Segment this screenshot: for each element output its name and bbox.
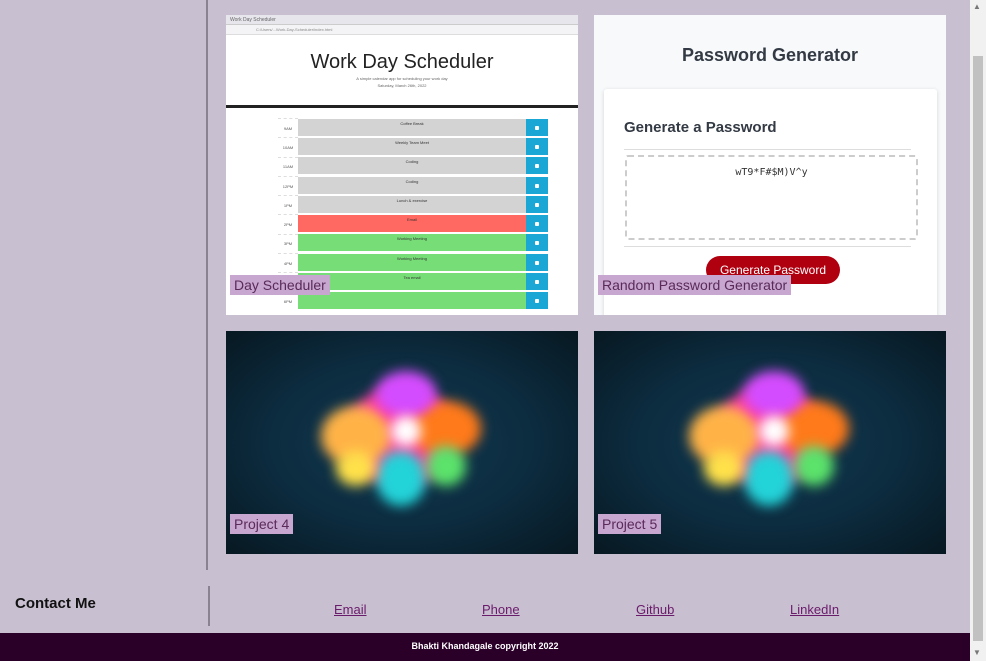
save-icon [526,137,548,156]
save-icon [526,234,548,253]
time-block-row: 2PM Email [278,214,548,234]
paint-burst [336,451,376,486]
browser-url-bar: C:/Users/...Work-Day-Scheduler/index.htm… [226,25,578,35]
save-icon [526,157,548,176]
contact-divider [208,586,210,626]
email-link[interactable]: Email [334,602,367,617]
contact-title: Contact Me [15,595,96,612]
browser-tab-bar: Work Day Scheduler [226,15,578,25]
event-text: Coding [298,157,526,176]
hour-label: 3PM [278,233,298,253]
project-label: Day Scheduler [230,275,330,295]
project-card-4[interactable]: Project 4 [226,331,578,554]
event-text: Working Meeting [298,253,526,272]
event-text [298,292,526,311]
left-sidebar [0,0,208,570]
project-card-5[interactable]: Project 5 [594,331,946,554]
scheduler-screenshot: Work Day Scheduler C:/Users/...Work-Day-… [226,15,578,315]
scheduler-subtitle: A simple calendar app for scheduling you… [356,76,448,81]
save-icon [526,273,548,292]
browser-tab-title: Work Day Scheduler [230,16,276,23]
event-text: Coffee Break [298,118,526,137]
scroll-down-icon[interactable]: ▼ [973,648,981,657]
project-label: Project 4 [230,514,294,534]
hour-label: 10AM [278,137,298,156]
github-link[interactable]: Github [636,602,674,617]
password-header: Password Generator [681,45,859,65]
password-output: wT9*F#$M)V^y [625,155,918,240]
paint-burst [744,371,804,416]
save-icon [526,292,548,311]
password-screenshot: Password Generator Generate a Password w… [594,15,946,315]
scroll-thumb[interactable] [973,56,983,641]
paint-burst [794,446,834,486]
hour-label: 11AM [278,156,298,176]
project-card-password-generator[interactable]: Password Generator Generate a Password w… [594,15,946,315]
paint-burst [704,451,744,486]
event-text: Lunch & exercise [298,195,526,214]
paint-burst [744,451,794,506]
hour-label: 2PM [278,214,298,233]
event-text: Working Meeting [298,234,526,253]
paint-burst [376,371,436,416]
copyright-text: Bhakti Khandagale copyright 2022 [411,641,559,651]
time-block-row: 3PM Working Meeting [278,233,548,253]
time-block-row: 4PM Working Meeting [278,253,548,272]
event-text: Weekly Team Meet [298,137,526,156]
event-text: Coding [298,176,526,195]
project-card-day-scheduler[interactable]: Work Day Scheduler C:/Users/...Work-Day-… [226,15,578,315]
hour-label: 9AM [278,118,298,137]
browser-url: C:/Users/...Work-Day-Scheduler/index.htm… [256,27,333,32]
time-block-row: 9AM Coffee Break [278,118,548,137]
save-icon [526,118,548,137]
paint-burst [759,416,789,446]
time-block-row: 10AM Weekly Team Meet [278,137,548,156]
scheduler-header: Work Day Scheduler A simple calendar app… [226,35,578,108]
project-label: Project 5 [598,514,662,534]
event-text: Email [298,215,526,234]
phone-link[interactable]: Phone [482,602,520,617]
contact-section: Contact Me Email Phone Github LinkedIn [0,585,970,627]
project-label: Random Password Generator [598,275,792,295]
time-block-row: 11AM Coding [278,156,548,176]
paint-burst [426,446,466,486]
save-icon [526,176,548,195]
vertical-scrollbar[interactable]: ▲ ▼ [970,0,986,661]
linkedin-link[interactable]: LinkedIn [790,602,839,617]
save-icon [526,253,548,272]
save-icon [526,215,548,234]
password-card-title: Generate a Password [624,119,777,136]
hour-label: 12PM [278,175,298,195]
paint-burst [376,451,426,506]
event-text: Tea email [298,273,526,292]
scheduler-date: Saturday, March 26th, 2022 [377,83,427,88]
time-block-row: 12PM Coding [278,175,548,195]
divider [624,149,911,150]
divider [624,246,911,247]
scheduler-title: Work Day Scheduler [310,51,494,73]
hour-label: 4PM [278,253,298,272]
scroll-up-icon[interactable]: ▲ [973,2,981,11]
hour-label: 1PM [278,195,298,214]
paint-burst [391,416,421,446]
page-footer: Bhakti Khandagale copyright 2022 [0,633,970,661]
time-block-row: 1PM Lunch & exercise [278,195,548,214]
save-icon [526,195,548,214]
